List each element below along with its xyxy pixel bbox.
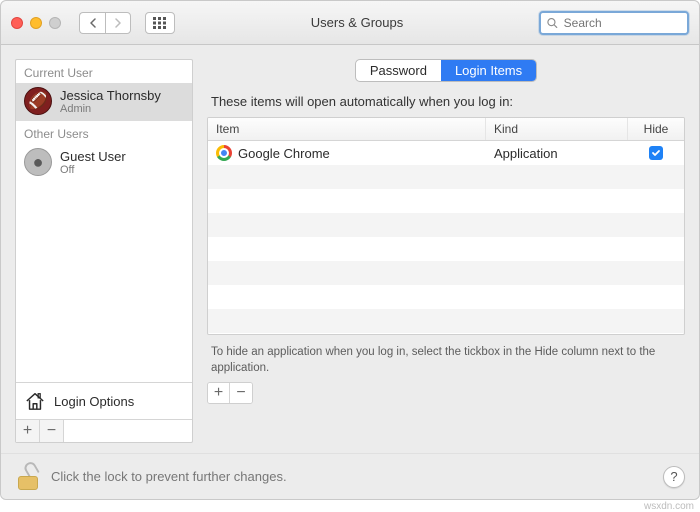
show-all-button[interactable]: [145, 12, 175, 34]
remove-user-button[interactable]: −: [40, 420, 64, 442]
item-kind: Application: [486, 142, 628, 165]
close-window-button[interactable]: [11, 17, 23, 29]
lock-text: Click the lock to prevent further change…: [51, 469, 287, 484]
item-name: Google Chrome: [238, 146, 330, 161]
login-items-description: These items will open automatically when…: [211, 94, 681, 109]
main-panel: Password Login Items These items will op…: [207, 59, 685, 443]
nav-buttons: [79, 12, 131, 34]
table-header: Item Kind Hide: [208, 118, 684, 141]
football-icon: 🏈: [28, 91, 48, 111]
add-user-button[interactable]: +: [16, 420, 40, 442]
table-row: [208, 237, 684, 261]
search-icon: [547, 17, 558, 29]
person-icon: ●: [33, 152, 44, 173]
preferences-window: Users & Groups Current User 🏈 Jessica Th…: [0, 0, 700, 500]
user-role: Admin: [60, 103, 161, 115]
table-row: [208, 261, 684, 285]
back-button[interactable]: [79, 12, 105, 34]
current-user-row[interactable]: 🏈 Jessica Thornsby Admin: [16, 83, 192, 121]
col-hide[interactable]: Hide: [628, 118, 684, 140]
chevron-left-icon: [89, 18, 97, 28]
login-options-label: Login Options: [54, 394, 134, 409]
grid-icon: [153, 17, 167, 29]
table-row: [208, 213, 684, 237]
chrome-icon: [216, 145, 232, 161]
avatar: 🏈: [24, 87, 52, 115]
table-body: Google Chrome Application: [208, 141, 684, 334]
login-items-pm: + −: [207, 382, 253, 404]
table-row: [208, 285, 684, 309]
tab-login-items[interactable]: Login Items: [441, 60, 536, 81]
login-items-table: Item Kind Hide Google Chrome Application: [207, 117, 685, 335]
search-field[interactable]: [539, 11, 689, 35]
table-row: [208, 309, 684, 333]
col-item[interactable]: Item: [208, 118, 486, 140]
remove-login-item-button[interactable]: −: [230, 383, 252, 403]
help-button[interactable]: ?: [663, 466, 685, 488]
watermark: wsxdn.com: [644, 501, 694, 512]
lock-button[interactable]: [15, 464, 41, 490]
segmented-control: Password Login Items: [355, 59, 537, 82]
traffic-lights: [11, 17, 61, 29]
table-row: [208, 189, 684, 213]
user-info: Jessica Thornsby Admin: [60, 88, 161, 115]
current-user-label: Current User: [16, 60, 192, 83]
add-login-item-button[interactable]: +: [208, 383, 230, 403]
chevron-right-icon: [114, 18, 122, 28]
lock-body-icon: [18, 476, 38, 490]
table-row[interactable]: Google Chrome Application: [208, 141, 684, 165]
zoom-window-button[interactable]: [49, 17, 61, 29]
house-icon: [24, 391, 46, 411]
lock-shackle-icon: [22, 459, 39, 477]
titlebar: Users & Groups: [1, 1, 699, 45]
login-options-row[interactable]: Login Options: [16, 382, 192, 419]
other-users-label: Other Users: [16, 121, 192, 144]
avatar: ●: [24, 148, 52, 176]
bottom-bar: Click the lock to prevent further change…: [1, 453, 699, 499]
minimize-window-button[interactable]: [30, 17, 42, 29]
user-name: Guest User: [60, 149, 126, 164]
window-title: Users & Groups: [183, 15, 531, 30]
tab-password[interactable]: Password: [356, 60, 441, 81]
user-sidebar: Current User 🏈 Jessica Thornsby Admin Ot…: [15, 59, 193, 443]
col-kind[interactable]: Kind: [486, 118, 628, 140]
guest-user-row[interactable]: ● Guest User Off: [16, 144, 192, 182]
sidebar-footer: + −: [16, 419, 192, 442]
hide-hint: To hide an application when you log in, …: [211, 345, 681, 376]
table-row: [208, 165, 684, 189]
check-icon: [651, 148, 661, 158]
hide-checkbox[interactable]: [649, 146, 663, 160]
search-input[interactable]: [562, 15, 681, 31]
user-status: Off: [60, 164, 126, 176]
user-name: Jessica Thornsby: [60, 88, 161, 103]
content-area: Current User 🏈 Jessica Thornsby Admin Ot…: [1, 45, 699, 453]
user-info: Guest User Off: [60, 149, 126, 176]
forward-button[interactable]: [105, 12, 131, 34]
